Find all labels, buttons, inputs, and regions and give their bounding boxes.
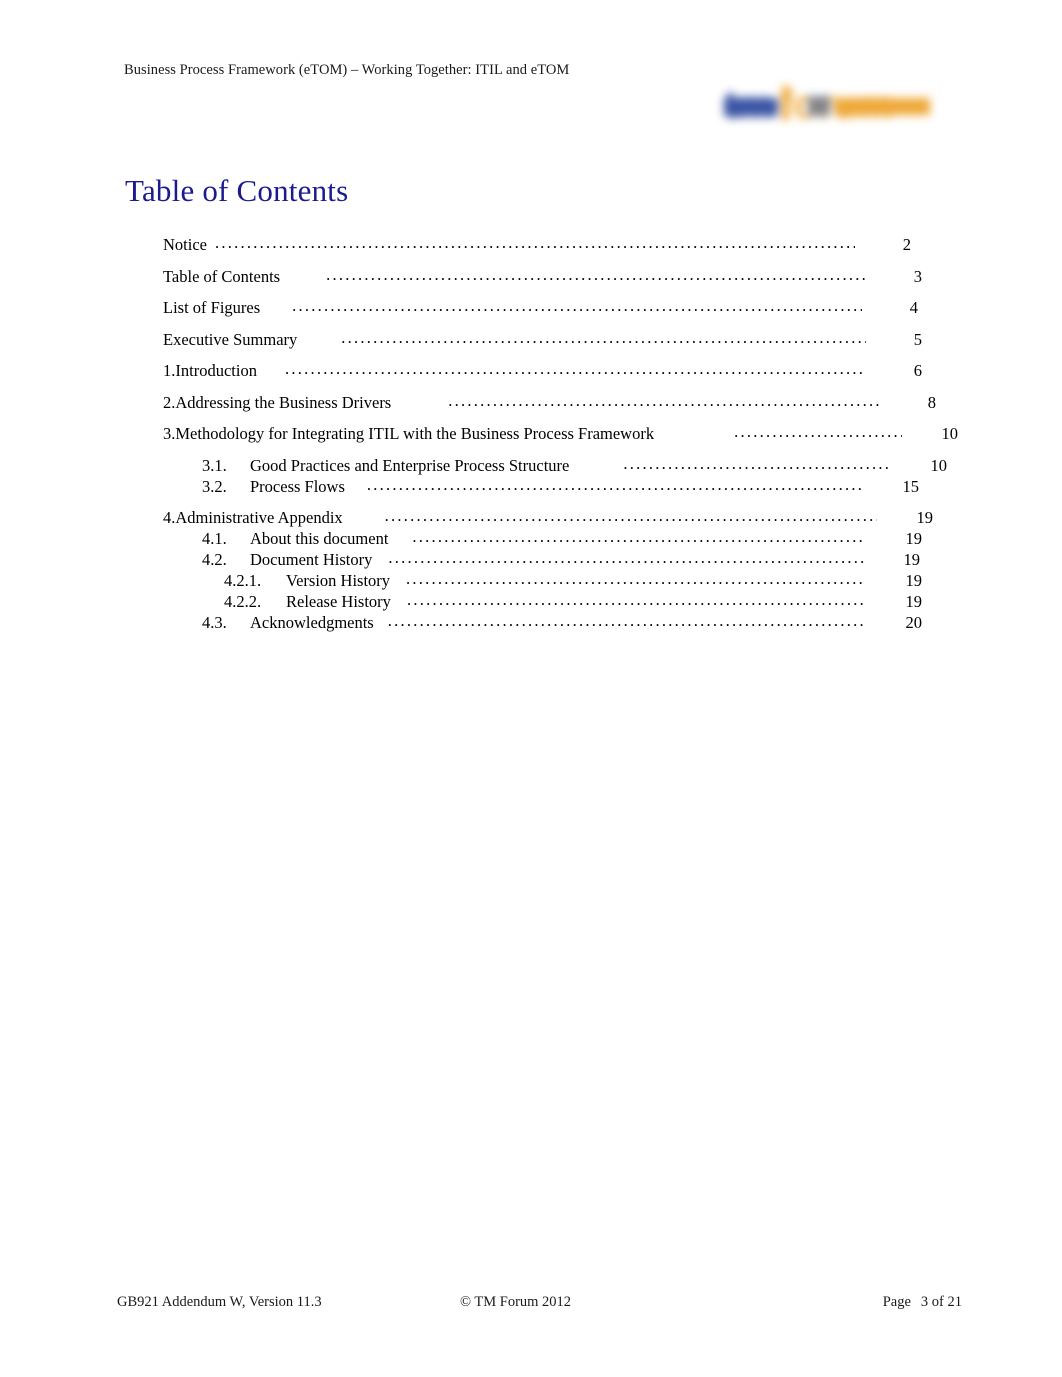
- toc-entry-number: 3.1.: [202, 455, 227, 475]
- toc-entry[interactable]: 3. Methodology for Integrating ITIL with …: [0, 423, 1062, 444]
- toc-dot-leader: [448, 392, 880, 408]
- toc-entry-label: Release History: [286, 591, 391, 611]
- toc-dot-leader: [388, 612, 866, 628]
- toc-dot-leader: [623, 455, 891, 471]
- toc-entry-label: Executive Summary: [163, 329, 298, 349]
- toc-entry-number: 3.: [163, 424, 176, 443]
- page-footer: GB921 Addendum W, Version 11.3 © TM Foru…: [0, 1294, 1062, 1324]
- toc-entry-page-number: 3: [913, 266, 922, 286]
- toc-dot-leader: [734, 423, 902, 439]
- toc-entry-number: 4.2.1.: [224, 570, 262, 590]
- toc-entry[interactable]: 4.2. Document History 19: [0, 549, 1062, 570]
- footer-copyright: © TM Forum 2012: [460, 1294, 572, 1310]
- toc-entry-number: 2.: [163, 392, 176, 412]
- toc-entry-label: Version History: [286, 570, 391, 590]
- toc-entry-label: Administrative Appendix: [175, 507, 343, 527]
- toc-entry-label: Introduction: [175, 361, 257, 380]
- toc-dot-leader: [388, 549, 864, 565]
- tmforum-logo-icon: tm forum: [724, 83, 930, 127]
- toc-entry-page-number: 19: [903, 549, 921, 569]
- toc-entry-number: 4.2.: [202, 549, 227, 569]
- toc-entry-number: 4.3.: [202, 612, 227, 632]
- toc-entry[interactable]: 4.Administrative Appendix 19: [0, 507, 1062, 528]
- toc-entry[interactable]: Executive Summary 5: [0, 329, 1062, 350]
- toc-entry-page-number: 6: [913, 361, 922, 380]
- running-header-title: Business Process Framework (eTOM) – Work…: [124, 62, 570, 78]
- toc-entry-label: Process Flows: [250, 476, 345, 496]
- toc-entry[interactable]: List of Figures 4: [0, 297, 1062, 318]
- toc-entry-number: 4.: [163, 507, 176, 527]
- toc-entry-page-number: 19: [916, 507, 934, 527]
- toc-entry-page-number: 2: [902, 235, 911, 254]
- toc-entry-number: 4.1.: [202, 528, 227, 548]
- toc-dot-leader: [341, 329, 866, 345]
- toc-entry-label: Notice: [163, 235, 207, 254]
- toc-entry-page-number: 20: [905, 612, 923, 632]
- tmforum-logo: tm forum: [722, 78, 942, 134]
- toc-entry[interactable]: Table of Contents 3: [0, 266, 1062, 287]
- toc-entry-page-number: 10: [930, 455, 948, 475]
- toc-entry[interactable]: 4.2.2. Release History 19: [0, 591, 1062, 612]
- toc-entry-number: 1.: [163, 361, 176, 380]
- toc-entry-page-number: 8: [927, 392, 936, 412]
- toc-entry[interactable]: 1.Introduction 6: [0, 360, 1062, 381]
- footer-page-label: Page: [882, 1294, 911, 1310]
- toc-entry-label: Acknowledgments: [250, 612, 374, 632]
- page-header: Business Process Framework (eTOM) – Work…: [0, 0, 1062, 150]
- toc-entry-page-number: 19: [905, 528, 923, 548]
- toc-entry-page-number: 10: [941, 424, 959, 443]
- toc-dot-leader: [412, 528, 866, 544]
- toc-entry-page-number: 19: [905, 591, 923, 611]
- toc-entry[interactable]: 4.1. About this document 19: [0, 528, 1062, 549]
- toc-dot-leader: [406, 570, 866, 586]
- toc-dot-leader: [292, 297, 862, 313]
- toc-dot-leader: [285, 360, 866, 376]
- toc-dot-leader: [407, 591, 866, 607]
- footer-page-value: 3 of 21: [920, 1294, 962, 1310]
- toc-dot-leader: [385, 507, 877, 523]
- toc-entry-label: List of Figures: [163, 298, 261, 317]
- toc-entry-page-number: 5: [913, 329, 922, 349]
- toc-entry[interactable]: 3.2. Process Flows 15: [0, 476, 1062, 497]
- toc-entry[interactable]: 2.Addressing the Business Drivers 8: [0, 392, 1062, 413]
- toc-entry-number: 4.2.2.: [224, 591, 262, 611]
- toc-entry-label: Addressing the Business Drivers: [175, 392, 392, 412]
- toc-entry[interactable]: 3.1. Good Practices and Enterprise Proces…: [0, 455, 1062, 476]
- toc-entry-label: Good Practices and Enterprise Process St…: [250, 455, 570, 475]
- footer-page-number: Page 3 of 21: [883, 1294, 962, 1311]
- footer-document-id: GB921 Addendum W, Version 11.3: [117, 1294, 322, 1310]
- toc-entry-label: About this document: [250, 528, 389, 548]
- toc-entry-page-number: 19: [905, 570, 923, 590]
- toc-entry[interactable]: 4.2.1. Version History 19: [0, 570, 1062, 591]
- toc-entry-number: 3.2.: [202, 476, 227, 496]
- toc-entry[interactable]: Notice 2: [0, 234, 1062, 255]
- toc-dot-leader: [215, 234, 855, 250]
- toc-entry[interactable]: 4.3. Acknowledgments 20: [0, 612, 1062, 633]
- toc-dot-leader: [326, 266, 866, 282]
- page-title: Table of Contents: [125, 173, 349, 208]
- toc-entry-page-number: 4: [909, 298, 918, 317]
- toc-entry-label: Document History: [250, 549, 373, 569]
- toc-entry-label: Methodology for Integrating ITIL with th…: [175, 424, 655, 443]
- toc-dot-leader: [367, 476, 863, 492]
- toc-entry-label: Table of Contents: [163, 266, 281, 286]
- toc-entry-page-number: 15: [902, 476, 920, 496]
- table-of-contents: Notice 2 Table of Contents 3 List of Figures…: [0, 234, 1062, 633]
